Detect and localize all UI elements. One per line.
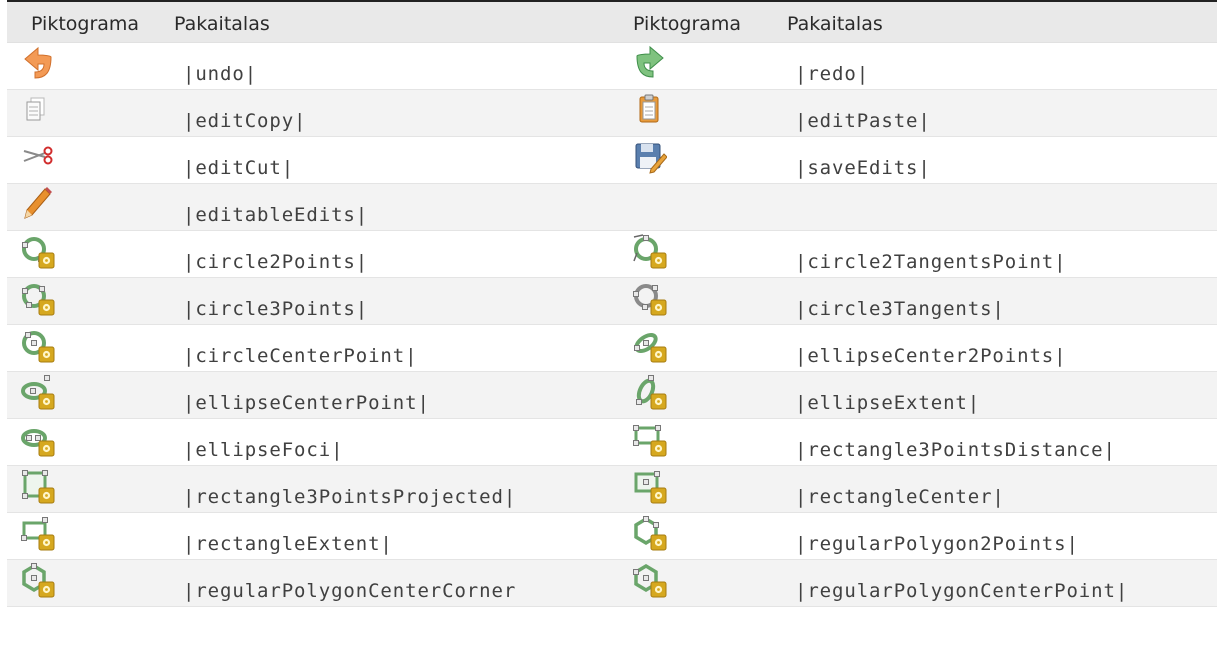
right-substitution-text: |ellipseExtent| [795,392,981,414]
ellipse-extent-icon [631,374,667,410]
table-row: |editCopy| |editPaste| [7,90,1217,137]
header-substitution-col-left: Pakaitalas [174,13,270,35]
substitutions-table: Piktograma Pakaitalas Piktograma Pakaita… [7,0,1217,657]
left-substitution-text: |circle3Points| [183,298,369,320]
left-substitution-text: |rectangleExtent| [183,533,393,555]
right-substitution-text: |rectangle3PointsDistance| [795,439,1116,461]
regular-polygon-2-points-icon [631,515,667,551]
left-substitution-text: |editableEdits| [183,204,369,226]
redo-icon [631,45,667,81]
table-row: |editCut| |saveEdits| [7,137,1217,184]
table-row: |ellipseCenterPoint| |ellipseExtent| [7,372,1217,419]
header-icon-col-left: Piktograma [31,13,140,35]
left-substitution-text: |rectangle3PointsProjected| [183,486,517,508]
rectangle-extent-icon [19,515,55,551]
editable-edits-icon [19,186,55,222]
edit-cut-icon [19,139,55,175]
circle-2-points-icon [19,233,55,269]
left-substitution-text: |regularPolygonCenterCorner [183,580,517,602]
table-row: |circle2Points| |circle2TangentsPoint| [7,231,1217,278]
table-row: |ellipseFoci| |rectangle3PointsDistance| [7,419,1217,466]
rectangle-3-points-projected-icon [19,468,55,504]
right-substitution-text: |editPaste| [795,110,931,132]
left-substitution-text: |circleCenterPoint| [183,345,418,367]
circle-2-tangents-point-icon [631,233,667,269]
rectangle-center-icon [631,468,667,504]
right-substitution-text: |redo| [795,63,870,85]
header-icon-col-right: Piktograma [633,13,742,35]
save-edits-icon [631,139,667,175]
circle-3-tangents-icon [631,280,667,316]
edit-paste-icon [631,92,667,128]
regular-polygon-center-corner-icon [19,562,55,598]
right-substitution-text: |saveEdits| [795,157,931,179]
right-substitution-text: |circle2TangentsPoint| [795,251,1067,273]
regular-polygon-center-point-icon [631,562,667,598]
table-row: |rectangleExtent| |regularPolygon2Points| [7,513,1217,560]
header-substitution-col-right: Pakaitalas [787,13,883,35]
left-substitution-text: |ellipseCenterPoint| [183,392,430,414]
right-substitution-text: |rectangleCenter| [795,486,1005,508]
right-substitution-text: |ellipseCenter2Points| [795,345,1067,367]
ellipse-center-point-icon [19,374,55,410]
table-row: |undo| |redo| [7,43,1217,90]
ellipse-center-2-points-icon [631,327,667,363]
left-substitution-text: |circle2Points| [183,251,369,273]
table-row: |editableEdits| [7,184,1217,231]
left-substitution-text: |editCopy| [183,110,307,132]
left-substitution-text: |undo| [183,63,258,85]
edit-copy-icon [19,92,55,128]
right-substitution-text: |circle3Tangents| [795,298,1005,320]
table-header: Piktograma Pakaitalas Piktograma Pakaita… [7,2,1217,43]
table-row: |circle3Points| |circle3Tangents| [7,278,1217,325]
circle-3-points-icon [19,280,55,316]
table-row: |regularPolygonCenterCorner |regularPolyg… [7,560,1217,607]
left-substitution-text: |ellipseFoci| [183,439,344,461]
table-row: |circleCenterPoint| |ellipseCenter2Points… [7,325,1217,372]
table-row: |rectangle3PointsProjected| |rectangleCen… [7,466,1217,513]
right-substitution-text: |regularPolygonCenterPoint| [795,580,1129,602]
ellipse-foci-icon [19,421,55,457]
left-substitution-text: |editCut| [183,157,295,179]
undo-icon [19,45,55,81]
circle-center-point-icon [19,327,55,363]
right-substitution-text: |regularPolygon2Points| [795,533,1079,555]
rectangle-3-points-distance-icon [631,421,667,457]
